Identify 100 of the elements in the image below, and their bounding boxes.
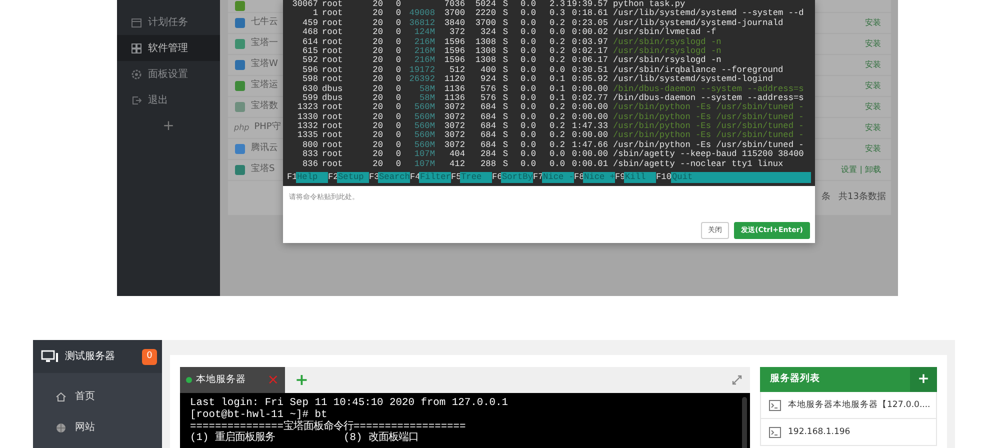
process-cell-text: 1332 [296, 122, 318, 132]
function-key-label: Kill [624, 172, 656, 184]
process-cell-text: 0.0 [520, 112, 536, 122]
process-cell-text: 684 [480, 112, 496, 122]
tab-label: 本地服务器 [196, 372, 246, 387]
terminal-tab[interactable]: 本地服务器 × [180, 367, 285, 393]
process-cell-text: 836 [302, 160, 318, 170]
sidebar-item[interactable]: 计划任务 [117, 9, 220, 35]
terminal-icon [769, 400, 781, 410]
process-cell-text: root [321, 28, 344, 38]
process-cell-text: 0 [394, 18, 401, 28]
action-link[interactable]: 安装 [865, 17, 881, 29]
process-cell-text: /usr/sbin/rsyslogd -n [612, 38, 722, 47]
logout-icon [131, 94, 142, 106]
function-key: F10 [656, 172, 671, 184]
process-cell-text: 216M [413, 56, 435, 66]
process-cell-text: 800 [302, 140, 318, 150]
app-name: 腾讯云 [251, 142, 278, 156]
action-link[interactable]: 设置 | 卸载 [841, 164, 881, 176]
process-cell-text: 0 [394, 84, 401, 94]
process-cell-text: /usr/bin/python -Es /usr/sbin/tuned - [612, 112, 804, 122]
process-cell-text: S [502, 66, 508, 75]
process-cell-text: 1:47.66 [570, 140, 608, 150]
process-cell-text: 3072 [443, 140, 465, 150]
process-cell-text: dbus [321, 84, 344, 94]
terminal-line: [root@bt-hwl-11 ~]# bt [190, 410, 328, 421]
process-cell-text: 1596 [443, 46, 465, 56]
server-item[interactable]: 本地服务器本地服务器【127.0.0.... [760, 392, 937, 419]
process-cell-text: 0:03.97 [570, 38, 608, 47]
add-tab-button[interactable]: + [295, 372, 308, 388]
process-cell-text: S [502, 112, 508, 122]
process-cell-text: 404 [448, 150, 465, 160]
process-cell-text: 2.3 [548, 0, 565, 9]
panel-title: 服务器列表 [768, 372, 821, 386]
close-button[interactable]: × [267, 373, 279, 387]
process-cell-text: 0.0 [520, 75, 536, 85]
function-key-label: SortBy [501, 172, 533, 184]
process-cell-text: 560M [413, 140, 435, 150]
function-key-label: Help [296, 172, 328, 184]
function-key-label: Filter [419, 172, 451, 184]
action-link[interactable]: 安装 [865, 80, 881, 92]
process-cell-text: /bin/dbus-daemon --system --address=s [612, 84, 804, 94]
process-cell-text: 0:06.17 [570, 56, 608, 66]
process-cell-text: 20 [372, 131, 383, 141]
process-cell-text: S [502, 84, 508, 94]
process-cell-text: 0.0 [520, 9, 536, 19]
process-cell-text: 0.0 [520, 122, 536, 132]
process-cell-text: 0.2 [548, 46, 565, 56]
process-cell-text: 0:23.05 [570, 18, 608, 28]
action-link[interactable]: 安装 [865, 143, 881, 155]
process-cell-text: S [502, 75, 508, 85]
action-link[interactable]: 安装 [865, 122, 881, 134]
process-cell-text: 599 [302, 94, 318, 103]
process-cell-text: S [502, 94, 508, 103]
process-cell-text: 20 [372, 38, 383, 47]
process-cell-text: root [321, 160, 344, 170]
process-cell-text: 0.1 [548, 94, 565, 103]
home-icon [55, 390, 67, 402]
process-cell-text: 0 [394, 103, 401, 113]
expand-icon[interactable] [732, 375, 742, 385]
scrollbar[interactable] [742, 397, 747, 448]
process-cell-text: 1330 [296, 112, 318, 122]
sidebar-item[interactable]: 网站 [33, 412, 162, 443]
function-key-label: Quit [671, 172, 811, 184]
add-server-button[interactable]: + [910, 367, 937, 392]
process-cell-text: 0.2 [548, 18, 565, 28]
process-cell-text: 0 [394, 46, 401, 56]
sidebar-item[interactable]: 退出 [117, 87, 220, 113]
server-item[interactable]: 192.168.1.196 [760, 419, 937, 446]
process-cell-text: 0.2 [548, 140, 565, 150]
function-key-label: Search [378, 172, 410, 184]
add-button[interactable]: + [162, 118, 174, 132]
process-cell-text: 324 [480, 28, 496, 38]
process-cell-text: 2220 [474, 9, 496, 19]
app-name: 七牛云 [251, 16, 278, 30]
action-link[interactable]: 安装 [865, 101, 881, 113]
process-cell-text: 924 [480, 75, 496, 85]
process-cell-text: 107M [413, 150, 435, 160]
process-cell-text: 0 [394, 131, 401, 141]
process-cell-text: 0 [394, 94, 401, 103]
process-cell-text: 372 [448, 28, 465, 38]
action-link[interactable]: 安装 [865, 59, 881, 71]
process-cell-text: 0 [394, 112, 401, 122]
action-link[interactable]: 安装 [865, 38, 881, 50]
sidebar-item[interactable]: 软件管理 [117, 35, 220, 61]
process-cell-text: python task.py [612, 0, 686, 9]
function-key-label: Tree [460, 172, 492, 184]
process-cell-text: 58M [418, 94, 435, 103]
sidebar-item[interactable]: 首页 [33, 381, 162, 412]
process-cell-text: 412 [448, 160, 465, 170]
process-cell-text: 0:05.92 [570, 75, 608, 85]
process-cell-text: 20 [372, 46, 383, 56]
process-cell-text: 20 [372, 150, 383, 160]
process-cell-text: 0.0 [520, 160, 536, 170]
sidebar-item[interactable]: 面板设置 [117, 61, 220, 87]
pagination-text: 条 [822, 191, 831, 204]
process-cell-text: 0:00.00 [570, 150, 608, 160]
process-cell-text: 400 [480, 66, 496, 75]
process-cell-text: 3072 [443, 122, 465, 132]
process-cell-text: 0.0 [520, 94, 536, 103]
